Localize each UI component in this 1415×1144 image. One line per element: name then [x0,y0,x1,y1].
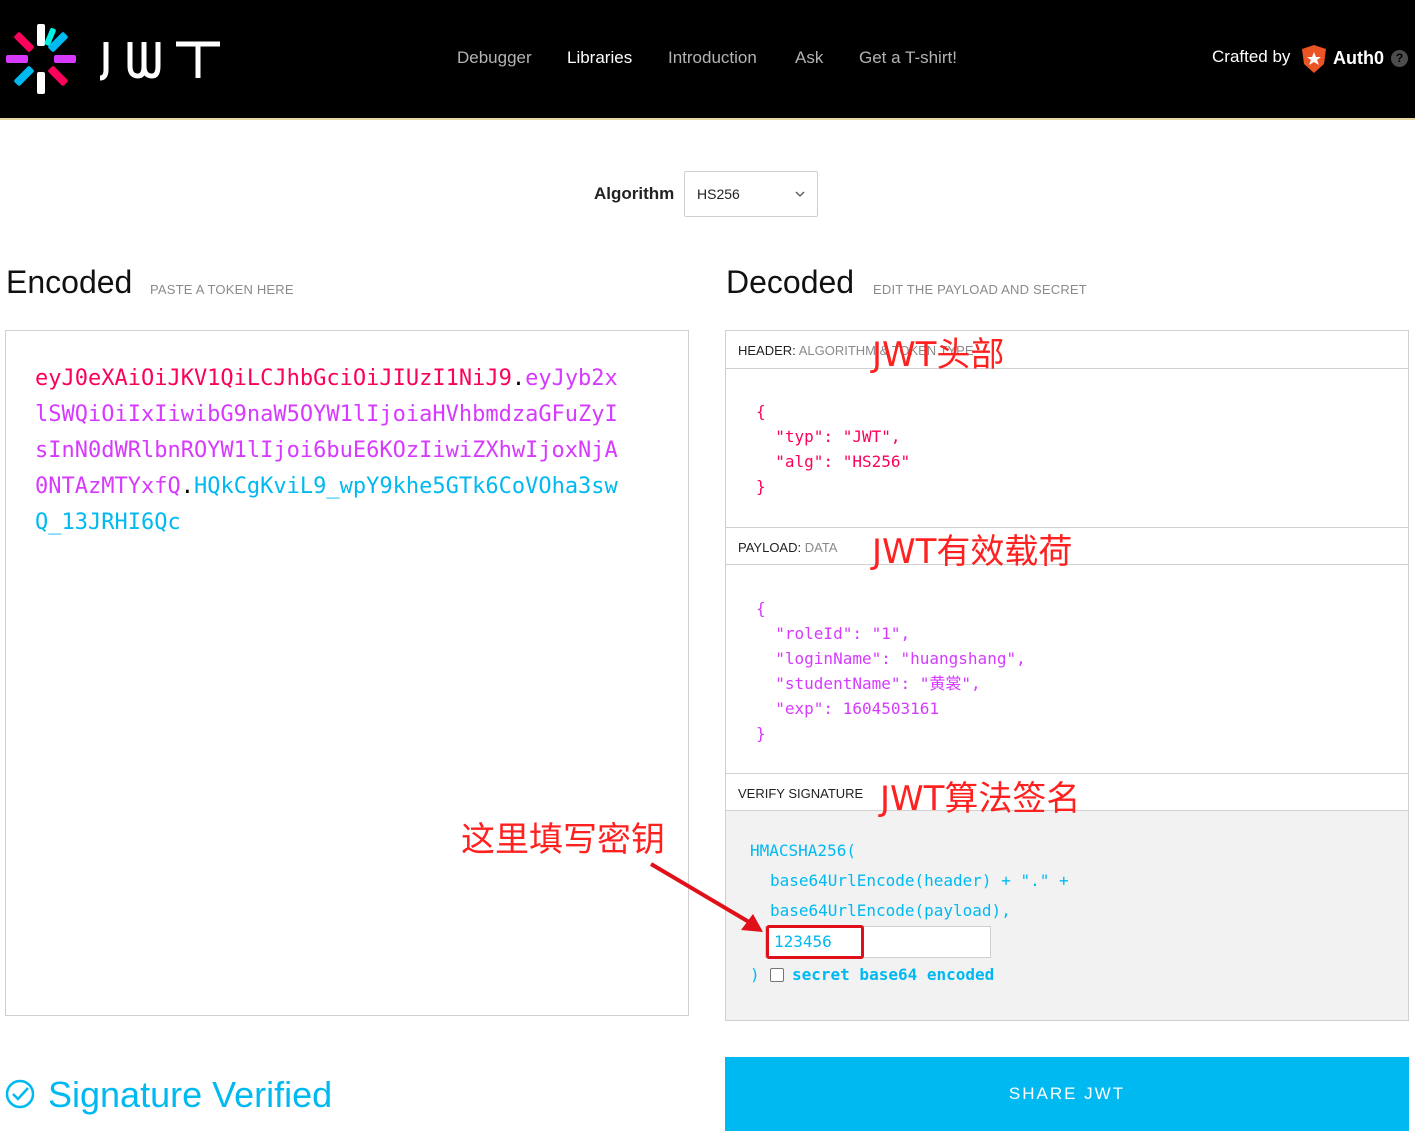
verify-signature-label: VERIFY SIGNATURE [738,786,864,801]
nav-libraries[interactable]: Libraries [567,48,632,70]
sig-line-hmac: HMACSHA256( [750,841,856,860]
signature-verified-status: Signature Verified [48,1074,333,1115]
sig-line-payload: base64UrlEncode(payload), [770,901,1011,920]
crafted-by-label: Crafted by [1212,47,1291,66]
secret-base64-label[interactable]: secret base64 encoded [792,965,994,984]
header-label: HEADER: [738,343,796,358]
token-dot: . [180,474,194,499]
check-circle-icon [5,1079,35,1109]
top-nav-bar: Debugger Libraries Introduction Ask Get … [0,0,1415,118]
share-jwt-button[interactable]: SHARE JWT [725,1057,1409,1131]
decoded-subtitle: EDIT THE PAYLOAD AND SECRET [873,282,1087,297]
sig-line-header: base64UrlEncode(header) + "." + [770,871,1069,890]
red-arrow-icon [649,862,763,932]
help-icon[interactable]: ? [1391,50,1408,67]
annotation-header: JWT头部 [872,335,1005,375]
header-json-editor[interactable]: { "typ": "JWT", "alg": "HS256" } [756,399,910,499]
secret-highlight-box [766,925,864,959]
token-dot: . [511,366,526,391]
chevron-down-icon [795,191,805,197]
jwt-wordmark[interactable] [98,34,224,84]
annotation-secret: 这里填写密钥 [461,820,665,860]
auth0-link[interactable]: Auth0 [1333,48,1384,69]
encoded-title: Encoded [6,264,133,300]
decoded-title: Decoded [726,264,855,300]
algorithm-select[interactable]: HS256 [684,171,818,217]
secret-base64-checkbox[interactable] [770,968,784,982]
algorithm-value: HS256 [697,186,740,202]
annotation-payload: JWT有效载荷 [872,532,1073,572]
nav-debugger[interactable]: Debugger [457,48,532,70]
nav-tshirt[interactable]: Get a T-shirt! [859,48,957,70]
header-section-bar: HEADER: ALGORITHM & TOKEN TYPE [726,331,1408,369]
payload-label: PAYLOAD: [738,540,802,555]
auth0-shield-icon[interactable] [1300,44,1328,74]
payload-section-label: PAYLOAD: DATA [738,540,837,555]
encoded-token-textarea[interactable]: eyJ0eXAiOiJKV1QiLCJhbGciOiJIUzI1NiJ9.eyJ… [5,330,689,1016]
payload-sublabel: DATA [804,540,838,555]
jwt-logo-icon[interactable] [4,22,78,96]
nav-divider [0,118,1415,120]
annotation-signature: JWT算法签名 [880,779,1081,819]
nav-introduction[interactable]: Introduction [668,48,757,70]
algorithm-label: Algorithm [594,184,675,203]
token-header-segment: eyJ0eXAiOiJKV1QiLCJhbGciOiJIUzI1NiJ9 [35,366,512,391]
encoded-token: eyJ0eXAiOiJKV1QiLCJhbGciOiJIUzI1NiJ9.eyJ… [35,361,625,541]
nav-ask[interactable]: Ask [795,48,823,70]
encoded-subtitle: PASTE A TOKEN HERE [150,282,294,297]
sig-close-paren: ) [750,965,760,984]
payload-json-editor[interactable]: { "roleId": "1", "loginName": "huangshan… [756,596,1026,746]
